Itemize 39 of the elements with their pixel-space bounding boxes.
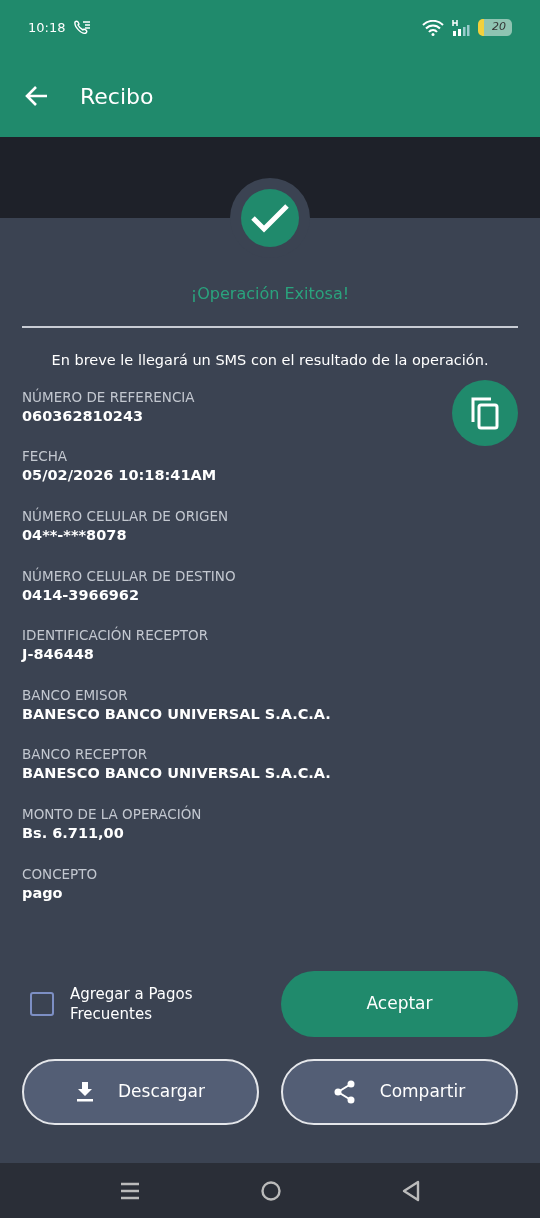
field-value: BANESCO BANCO UNIVERSAL S.A.C.A. (22, 764, 331, 784)
field-label: IDENTIFICACIÓN RECEPTOR (22, 626, 209, 645)
field-value: 0414-3966962 (22, 585, 139, 605)
field-label: FECHA (22, 447, 68, 466)
field-label: NÚMERO DE REFERENCIA (22, 387, 195, 406)
status-time: 10:18 (28, 18, 66, 37)
back-arrow-icon[interactable] (24, 85, 48, 107)
field-value: 04**-***8078 (22, 525, 127, 545)
success-check-icon (241, 189, 299, 247)
screen-title: Recibo (80, 82, 154, 111)
phone-icon (73, 19, 92, 36)
field-label: BANCO RECEPTOR (22, 745, 148, 764)
back-icon[interactable] (402, 1179, 420, 1202)
download-icon (75, 1081, 94, 1103)
field-label: NÚMERO CELULAR DE ORIGEN (22, 506, 229, 525)
field-label: CONCEPTO (22, 864, 98, 883)
signal-icon (452, 18, 470, 37)
share-icon (333, 1080, 356, 1104)
wifi-icon (422, 19, 444, 36)
field-label: NÚMERO CELULAR DE DESTINO (22, 566, 236, 585)
success-title: ¡Operación Exitosa! (189, 283, 351, 305)
battery-indicator: 20 (478, 19, 512, 36)
copy-icon (470, 395, 500, 430)
field-value: Bs. 6.711,00 (22, 823, 124, 843)
field-value: 05/02/2026 10:18:41AM (22, 466, 217, 486)
sms-notice: En breve le llegará un SMS con el resultado de la operación. (50, 351, 490, 370)
field-value: J-846448 (22, 645, 94, 665)
field-value: 060362810243 (22, 406, 144, 426)
checkbox-label[interactable]: Agregar a Pagos Frecuentes (70, 984, 259, 1024)
menu-icon[interactable] (120, 1181, 140, 1200)
download-button[interactable]: Descargar (22, 1059, 259, 1125)
checkbox[interactable] (30, 992, 54, 1016)
field-value: BANESCO BANCO UNIVERSAL S.A.C.A. (22, 704, 331, 724)
field-value: pago (22, 883, 63, 903)
share-button[interactable]: Compartir (281, 1059, 518, 1125)
field-label: BANCO EMISOR (22, 685, 128, 704)
field-label: MONTO DE LA OPERACIÓN (22, 804, 202, 823)
accept-button[interactable]: Aceptar (281, 971, 518, 1037)
home-icon[interactable] (260, 1179, 282, 1202)
